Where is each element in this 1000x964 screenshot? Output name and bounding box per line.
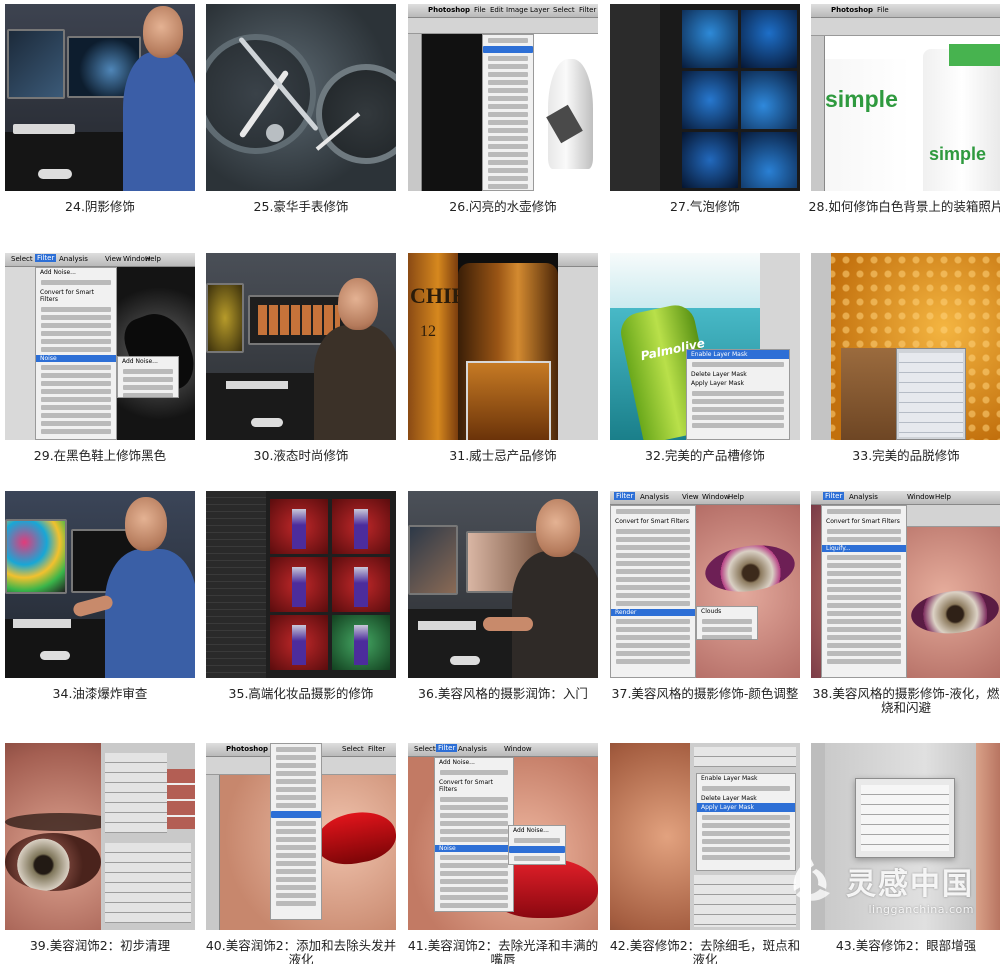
tutorial-grid: 24.阴影修饰 25.豪华手表修饰 Photoshop File Edit Im…	[0, 0, 1000, 964]
thumbnail-watch[interactable]	[206, 4, 396, 191]
thumbnail-eye-liquify[interactable]: Filter Analysis Window Help Convert for …	[811, 491, 1000, 678]
thumbnail-whisky[interactable]: CHIE 12	[408, 253, 598, 440]
thumbnail-kettle-ps[interactable]: Photoshop File Edit Image Layer Select F…	[408, 4, 598, 191]
blend-mode-menu[interactable]	[482, 34, 534, 191]
filter-menu[interactable]: Convert for Smart Filters Liquify...	[821, 505, 907, 678]
tutorial-caption: 35.高端化妆品摄影的修饰	[228, 686, 374, 701]
thumbnail-instructor-liquid[interactable]	[206, 253, 396, 440]
tutorial-caption: 42.美容修饰2：去除细毛，斑点和液化	[609, 938, 801, 964]
blend-mode-menu[interactable]	[270, 743, 322, 920]
watermark-title: 灵感中国	[846, 867, 974, 902]
thumbnail-lips-gloss[interactable]: Select Filter Analysis Window Add Noise.…	[408, 743, 598, 930]
filter-menu[interactable]: Add Noise... Convert for Smart Filters N…	[434, 757, 514, 912]
tutorial-caption: 27.气泡修饰	[670, 199, 740, 214]
tutorial-caption: 31.威士忌产品修饰	[449, 448, 557, 463]
tutorial-caption: 38.美容风格的摄影修饰-液化，燃烧和闪避	[812, 686, 1000, 715]
tutorial-caption: 34.油漆爆炸审查	[52, 686, 148, 701]
thumbnail-instructor-desk[interactable]	[5, 4, 195, 191]
tutorial-caption: 29.在黑色鞋上修饰黑色	[33, 448, 167, 463]
filter-menu[interactable]: Add Noise... Convert for Smart Filters N…	[35, 267, 117, 440]
thumbnail-cosmetics[interactable]	[206, 491, 396, 678]
tutorial-caption: 30.液态时尚修饰	[253, 448, 349, 463]
thumbnail-instructor-paint[interactable]	[5, 491, 195, 678]
thumbnail-instructor-beauty[interactable]	[408, 491, 598, 678]
thumbnail-black-shoe[interactable]: Select Filter Analysis View Window Help …	[5, 253, 195, 440]
thumbnail-white-boxes[interactable]: Photoshop File simple simple	[811, 4, 1000, 191]
tutorial-caption: 40.美容润饰2：添加和去除头发并液化	[205, 938, 397, 964]
filter-menu[interactable]: Convert for Smart Filters Render	[610, 505, 696, 678]
layer-mask-menu[interactable]: Enable Layer Mask Delete Layer Mask Appl…	[686, 349, 790, 440]
tutorial-caption: 36.美容风格的摄影润饰：入门	[418, 686, 588, 701]
watermark-url: lingganchina.com	[868, 903, 974, 916]
product-label: simple	[825, 86, 898, 112]
tutorial-caption: 41.美容润饰2：去除光泽和丰满的嘴唇	[407, 938, 599, 964]
layer-mask-menu[interactable]: Enable Layer Mask Delete Layer Mask Appl…	[696, 773, 796, 871]
tutorial-caption: 33.完美的品脱修饰	[852, 448, 960, 463]
thumbnail-eye-makeup[interactable]: Filter Analysis View Window Help Convert…	[610, 491, 800, 678]
noise-submenu[interactable]: Add Noise...	[117, 356, 179, 398]
thumbnail-skin-blemish[interactable]: Enable Layer Mask Delete Layer Mask Appl…	[610, 743, 800, 930]
brand-logo-icon	[793, 859, 830, 901]
tutorial-caption: 28.如何修饰白色背景上的装箱照片	[808, 199, 1000, 214]
tutorial-caption: 26.闪亮的水壶修饰	[449, 199, 557, 214]
tutorial-caption: 25.豪华手表修饰	[253, 199, 349, 214]
thumbnail-lips-hair[interactable]: Photoshop File Select Filter	[206, 743, 396, 930]
noise-submenu[interactable]: Add Noise...	[508, 825, 566, 865]
thumbnail-pint[interactable]	[811, 253, 1000, 440]
tutorial-caption: 32.完美的产品槽修饰	[645, 448, 765, 463]
thumbnail-bubbles[interactable]	[610, 4, 800, 191]
tutorial-caption: 24.阴影修饰	[65, 199, 135, 214]
tutorial-caption: 43.美容修饰2：眼部增强	[835, 938, 977, 953]
tutorial-caption: 39.美容润饰2：初步清理	[29, 938, 171, 953]
render-submenu[interactable]: Clouds	[696, 606, 758, 640]
thumbnail-eye-cleanup[interactable]	[5, 743, 195, 930]
menu-bar: Photoshop File Edit Image Layer Select F…	[408, 4, 598, 18]
thumbnail-palmolive[interactable]: Palmolive Enable Layer Mask Delete Layer…	[610, 253, 800, 440]
site-watermark: 灵感中国 lingganchina.com	[793, 859, 974, 916]
tutorial-caption: 37.美容风格的摄影修饰-颜色调整	[611, 686, 799, 701]
